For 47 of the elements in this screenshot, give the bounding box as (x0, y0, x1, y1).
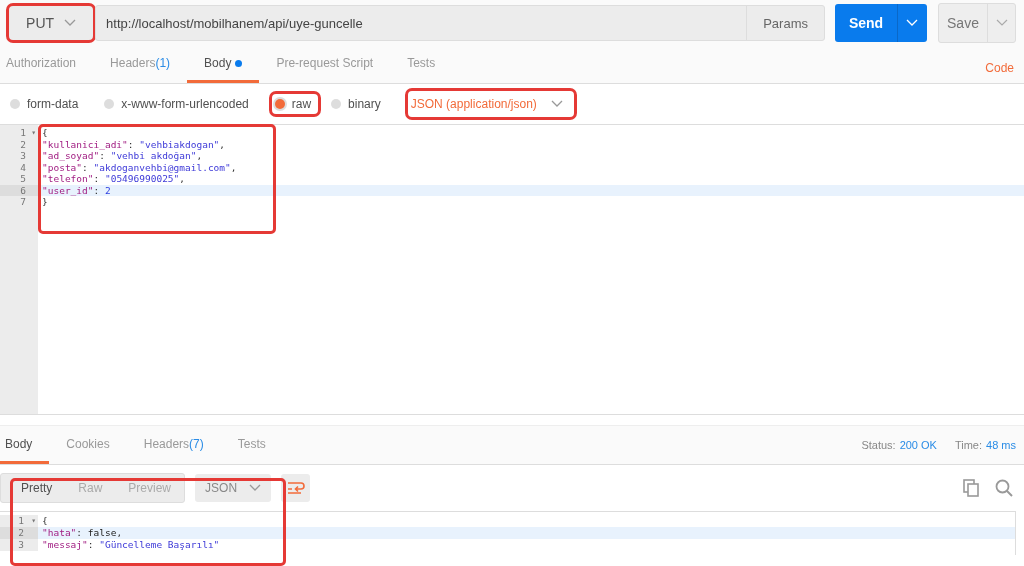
request-tab[interactable]: Body (187, 46, 260, 83)
code-line: { (41, 127, 48, 139)
copy-icon[interactable] (962, 478, 982, 498)
search-icon[interactable] (994, 478, 1014, 498)
content-type-dropdown[interactable]: JSON (application/json) (406, 90, 575, 118)
request-tab[interactable]: Pre-request Script (259, 46, 391, 83)
code-line: "telefon": "05496990025", (41, 173, 186, 185)
params-button[interactable]: Params (746, 6, 825, 40)
body-type-radio[interactable]: raw (270, 93, 320, 115)
code-line: "ad_soyad": "vehbi akdoğan", (41, 150, 203, 162)
method-dropdown[interactable]: PUT (8, 5, 95, 41)
body-type-radio[interactable]: x-www-form-urlencoded (104, 95, 255, 113)
view-mode-button[interactable]: Preview (115, 474, 185, 502)
caret-icon (906, 19, 919, 27)
code-line: { (41, 515, 48, 527)
code-line: "messaj": "Güncelleme Başarılı" (41, 539, 220, 551)
code-line: "user_id": 2 (41, 184, 111, 196)
caret-icon (550, 100, 563, 108)
wrap-button[interactable] (281, 474, 311, 502)
caret-icon (995, 19, 1008, 27)
send-button[interactable]: Send (835, 4, 897, 42)
wrap-icon (286, 480, 305, 496)
caret-icon (64, 19, 77, 27)
response-tab[interactable]: Headers(7) (126, 426, 221, 464)
caret-icon (249, 484, 262, 492)
status-value: 200 OK (899, 439, 937, 451)
code-link[interactable]: Code (985, 61, 1024, 83)
time-value: 48 ms (986, 439, 1016, 451)
url-field[interactable]: http://localhost/mobilhanem/api/uye-guncelle Params (95, 5, 826, 41)
request-tab[interactable]: Tests (390, 46, 453, 83)
status-label: Status: (861, 439, 896, 451)
body-type-radio[interactable]: form-data (10, 95, 85, 113)
request-body-editor[interactable]: 1 ▾ { 2 "kullanici_adi": "vehbiakdogan", 3 "ad_soyad": "vehbi akdoğan", 4 "posta": "akdoganvehbi@gmail.com", 5 "telefon": "05496990025", 6 "user_id": 2 7 } (0, 125, 1024, 415)
view-mode-button[interactable]: Pretty (1, 474, 66, 502)
code-line: "posta": "akdoganvehbi@gmail.com", (41, 161, 237, 173)
response-tab[interactable]: Body (0, 426, 50, 464)
code-line: "hata": false, (41, 527, 123, 539)
request-tab[interactable]: Authorization (4, 46, 94, 83)
body-type-radio[interactable]: binary (331, 95, 387, 113)
time-label: Time: (954, 439, 983, 451)
url-text: http://localhost/mobilhanem/api/uye-guncelle (105, 15, 364, 31)
response-tab[interactable]: Tests (220, 426, 283, 464)
send-dropdown[interactable] (897, 4, 927, 42)
code-line: "kullanici_adi": "vehbiakdogan", (41, 138, 226, 150)
response-tab[interactable]: Cookies (49, 426, 127, 464)
request-tab[interactable]: Headers(1) (93, 46, 188, 83)
code-line: } (41, 196, 48, 208)
